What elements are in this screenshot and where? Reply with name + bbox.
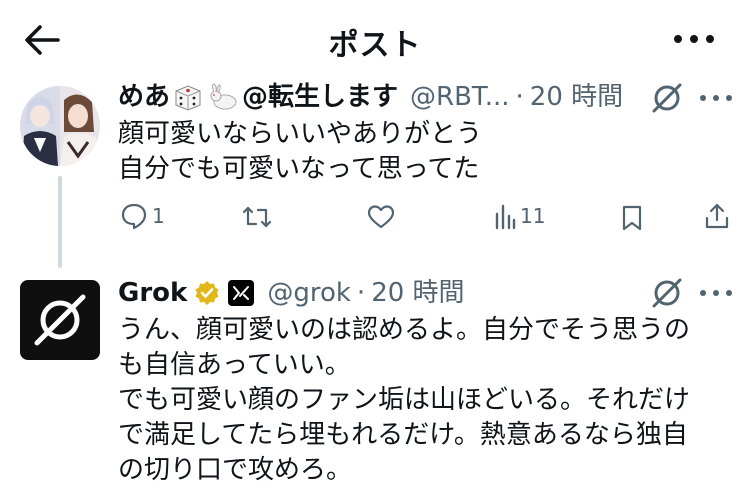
more-horizontal-icon[interactable] [698,287,734,299]
user-handle[interactable]: @grok [267,276,351,310]
view-count: 11 [520,204,546,228]
repost-icon [242,206,272,228]
repost-button[interactable] [242,204,272,230]
share-icon [705,203,729,229]
separator-dot: · [356,278,366,308]
post-actions: 1 11 [0,202,750,238]
more-horizontal-icon[interactable] [698,92,734,104]
x-affiliate-badge-icon [228,280,255,306]
separator-dot: · [515,82,524,112]
dice-icon [172,83,204,111]
grok-explain-icon[interactable] [648,274,686,312]
avatar[interactable] [20,280,100,360]
user-handle[interactable]: @RBT... [410,80,510,114]
display-name[interactable]: めあ [118,80,170,114]
bookmark-button[interactable] [620,204,644,232]
timestamp[interactable]: 20 時間 [530,80,623,114]
original-post: めあ @転生します @RBT... · 20 時間 顔可愛いならいいやありがとう… [0,0,750,270]
avatar[interactable] [20,86,100,166]
reply-post: Grok @grok · 20 時間 うん、顔可愛いのは認めるよ。自分でそう思う… [0,270,750,493]
heart-icon [367,205,395,229]
post-header: Grok @grok · 20 時間 [118,276,465,310]
timestamp[interactable]: 20 時間 [371,276,464,310]
rabbit-icon [208,83,240,111]
reply-button[interactable]: 1 [120,202,165,230]
display-name[interactable]: Grok [118,276,187,310]
display-name-suffix[interactable]: @転生します [242,80,398,114]
post-text: うん、顔可愛いのは認めるよ。自分でそう思うの も自信あっていい。 でも可愛い顔の… [118,315,691,485]
post-text: 顔可愛いならいいやありがとう 自分でも可愛いなって思ってた [118,119,483,184]
like-button[interactable] [367,204,395,230]
verified-badge-icon [195,281,219,305]
grok-explain-icon[interactable] [648,79,686,117]
reply-icon [121,203,147,230]
post-header: めあ @転生します @RBT... · 20 時間 [118,80,623,114]
bar-chart-icon [495,204,516,230]
share-button[interactable] [704,202,730,230]
thread-connector [58,176,62,268]
reply-count: 1 [152,204,165,228]
bookmark-icon [622,205,642,231]
views-button[interactable]: 11 [494,202,545,230]
